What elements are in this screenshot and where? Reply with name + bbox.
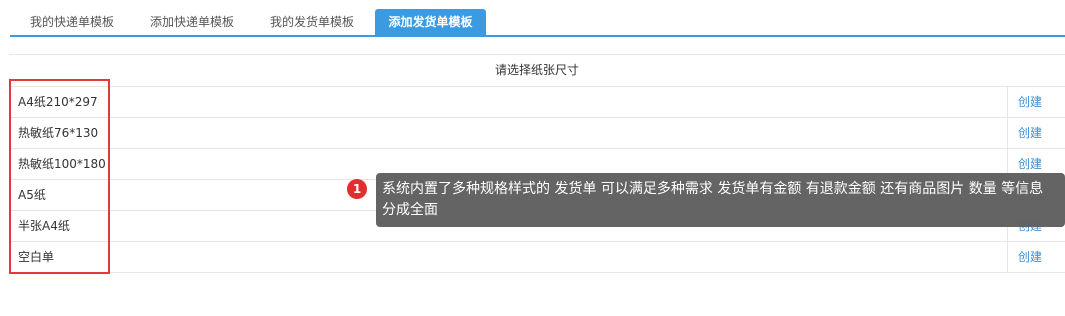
annotation-tooltip: 系统内置了多种规格样式的 发货单 可以满足多种需求 发货单有金额 有退款金额 还…	[376, 173, 1065, 227]
table-row: 热敏纸76*130 创建	[9, 118, 1065, 149]
tab-add-express-template[interactable]: 添加快递单模板	[138, 9, 246, 35]
tab-my-invoice-templates[interactable]: 我的发货单模板	[258, 9, 366, 35]
tab-my-express-templates[interactable]: 我的快递单模板	[18, 9, 126, 35]
paper-size-name: 半张A4纸	[18, 219, 70, 233]
tab-add-invoice-template[interactable]: 添加发货单模板	[375, 9, 486, 35]
create-link[interactable]: 创建	[1007, 242, 1065, 272]
table-header: 请选择纸张尺寸	[9, 55, 1065, 87]
annotation-text: 系统内置了多种规格样式的 发货单 可以满足多种需求 发货单有金额 有退款金额 还…	[382, 181, 1044, 218]
create-link[interactable]: 创建	[1007, 87, 1065, 117]
paper-size-table: 请选择纸张尺寸 A4纸210*297 创建 热敏纸76*130 创建 热敏纸10…	[9, 54, 1065, 273]
table-row: 空白单 创建	[9, 242, 1065, 273]
paper-size-name: 空白单	[18, 250, 55, 264]
paper-size-name: 热敏纸100*180	[18, 157, 106, 171]
paper-size-name: 热敏纸76*130	[18, 126, 99, 140]
table-row: A4纸210*297 创建	[9, 87, 1065, 118]
create-link[interactable]: 创建	[1007, 118, 1065, 148]
annotation-number-badge: 1	[347, 179, 367, 199]
paper-size-name: A4纸210*297	[18, 95, 98, 109]
template-tabs: 我的快递单模板 添加快递单模板 我的发货单模板 添加发货单模板	[10, 9, 1065, 37]
paper-size-name: A5纸	[18, 188, 46, 202]
